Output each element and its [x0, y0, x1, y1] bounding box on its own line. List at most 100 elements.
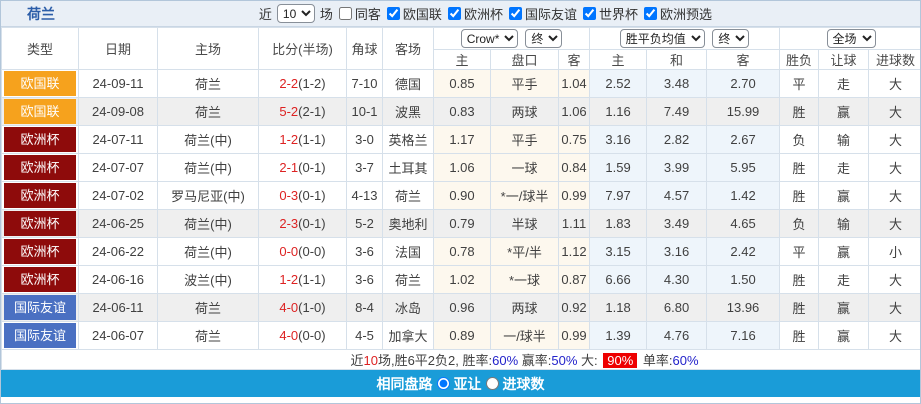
cell-odds-home: 1.02: [433, 265, 491, 294]
halftime-score: (1-1): [298, 132, 326, 147]
filter-checkbox-euro[interactable]: [447, 7, 461, 20]
table-row: 欧洲杯 24-07-11 荷兰(中) 1-2(1-1) 3-0 英格兰 1.17 平手 0.75…: [1, 125, 920, 154]
cell-result: 胜: [779, 181, 820, 210]
halftime-score: (0-1): [298, 216, 326, 231]
league-badge: 欧洲杯: [4, 127, 76, 152]
sub-header-avg-draw: 和: [646, 49, 708, 70]
cell-handicap-result: 输: [818, 125, 870, 154]
league-badge: 国际友谊: [4, 295, 76, 320]
cell-corners: 4-5: [346, 321, 383, 350]
cell-result: 胜: [779, 153, 820, 182]
cell-date: 24-07-07: [78, 153, 158, 182]
cell-goals: 大: [868, 153, 920, 182]
radio-label-goals: 进球数: [502, 375, 545, 392]
cell-handicap: 两球: [490, 293, 559, 322]
halftime-score: (0-0): [298, 328, 326, 343]
filter-checkbox-nations-league[interactable]: [386, 7, 400, 20]
cell-handicap: 一球: [490, 153, 559, 182]
radio-goals[interactable]: [485, 377, 499, 390]
col-header-date: 日期: [78, 27, 158, 70]
fulltime-score: 5-2: [279, 104, 299, 119]
cell-avg-away: 1.42: [706, 181, 781, 210]
cell-date: 24-07-11: [78, 125, 158, 154]
cell-goals: 大: [868, 321, 920, 350]
cell-avg-home: 7.97: [589, 181, 648, 210]
cell-home-team: 荷兰: [157, 97, 259, 126]
cell-date: 24-09-08: [78, 97, 158, 126]
cell-avg-away: 2.42: [706, 237, 781, 266]
cell-avg-draw: 3.48: [646, 69, 708, 98]
col-header-score: 比分(半场): [258, 27, 347, 70]
cell-odds-away: 0.99: [557, 181, 591, 210]
odds-time-select[interactable]: 终: [525, 29, 563, 48]
cell-avg-draw: 2.82: [646, 125, 708, 154]
table-row: 国际友谊 24-06-11 荷兰 4-0(1-0) 8-4 冰岛 0.96 两球 0.92 1.1…: [1, 293, 920, 322]
filter-checkbox-friendly[interactable]: [508, 7, 522, 20]
cell-handicap: *一球: [490, 265, 559, 294]
avg-time-select[interactable]: 终: [712, 29, 750, 48]
sub-header-goals: 进球数: [868, 49, 920, 70]
same-opponent-label: 同客: [354, 7, 381, 22]
cell-home-team: 荷兰: [157, 293, 259, 322]
cell-corners: 4-13: [346, 181, 383, 210]
cell-handicap-result: 赢: [818, 181, 870, 210]
same-opponent-checkbox[interactable]: [338, 7, 352, 20]
fulltime-score: 0-3: [279, 188, 299, 203]
table-row: 欧洲杯 24-07-02 罗马尼亚(中) 0-3(0-1) 4-13 荷兰 0.90 *一/球…: [1, 181, 920, 210]
cell-avg-home: 1.39: [589, 321, 648, 350]
filter-checkbox-euro-qualifier[interactable]: [643, 7, 657, 20]
cell-date: 24-09-11: [78, 69, 158, 98]
league-badge: 欧国联: [4, 99, 76, 124]
summary-segment: 10: [363, 353, 378, 368]
cell-avg-home: 1.16: [589, 97, 648, 126]
games-label: 场: [319, 7, 333, 22]
cell-avg-away: 1.50: [706, 265, 781, 294]
avg-odds-group: 胜平负均值 终: [589, 27, 781, 50]
cell-date: 24-06-11: [78, 293, 158, 322]
cell-result: 负: [779, 209, 820, 238]
cell-avg-home: 1.18: [589, 293, 648, 322]
cell-score: 2-1(0-1): [258, 153, 347, 182]
cell-odds-home: 1.06: [433, 153, 491, 182]
cell-result: 胜: [779, 321, 820, 350]
cell-result: 胜: [779, 293, 820, 322]
cell-league: 欧洲杯: [1, 265, 79, 294]
cell-handicap: 两球: [490, 97, 559, 126]
cell-goals: 小: [868, 237, 920, 266]
cell-avg-home: 2.52: [589, 69, 648, 98]
cell-odds-home: 0.89: [433, 321, 491, 350]
halftime-score: (1-0): [298, 300, 326, 315]
filter-label-friendly: 国际友谊: [524, 7, 577, 22]
cell-home-team: 荷兰: [157, 69, 259, 98]
radio-asian-handicap[interactable]: [436, 377, 450, 390]
cell-goals: 大: [868, 97, 920, 126]
cell-away-team: 波黑: [382, 97, 434, 126]
cell-corners: 3-0: [346, 125, 383, 154]
filter-checkbox-world-cup[interactable]: [582, 7, 596, 20]
cell-away-team: 荷兰: [382, 181, 434, 210]
sub-header-avg-away: 客: [706, 49, 781, 70]
cell-odds-away: 0.75: [557, 125, 591, 154]
cell-goals: 大: [868, 293, 920, 322]
cell-handicap: 平手: [490, 125, 559, 154]
league-badge: 欧洲杯: [4, 267, 76, 292]
cell-league: 欧国联: [1, 69, 79, 98]
halftime-score: (2-1): [298, 104, 326, 119]
odds-source-select[interactable]: Crow*: [460, 29, 518, 48]
cell-home-team: 波兰(中): [157, 265, 259, 294]
scope-select[interactable]: 全场: [826, 29, 876, 48]
avg-odds-select[interactable]: 胜平负均值: [619, 29, 705, 48]
cell-date: 24-06-25: [78, 209, 158, 238]
scope-group: 全场: [779, 27, 920, 50]
fulltime-score: 2-1: [279, 160, 299, 175]
filter-label-nations-league: 欧国联: [402, 7, 442, 22]
cell-score: 1-2(1-1): [258, 265, 347, 294]
cell-avg-draw: 3.16: [646, 237, 708, 266]
halftime-score: (0-1): [298, 188, 326, 203]
cell-avg-home: 1.83: [589, 209, 648, 238]
cell-handicap-result: 赢: [818, 237, 870, 266]
table-row: 欧国联 24-09-08 荷兰 5-2(2-1) 10-1 波黑 0.83 两球 1.06 1.1…: [1, 97, 920, 126]
cell-avg-away: 13.96: [706, 293, 781, 322]
cell-score: 2-3(0-1): [258, 209, 347, 238]
match-count-select[interactable]: 10: [276, 4, 315, 23]
